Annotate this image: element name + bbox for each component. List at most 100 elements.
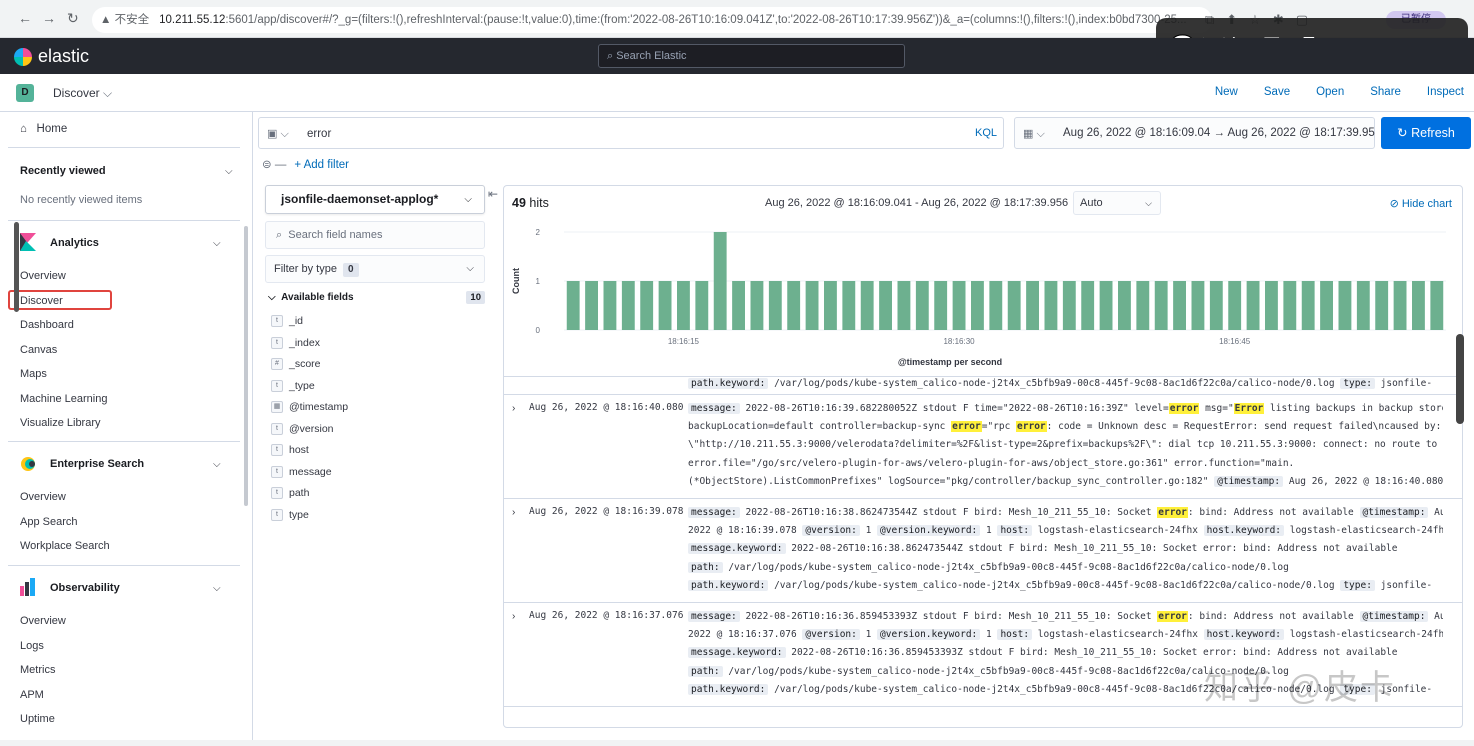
share-button[interactable]: Share [1370, 86, 1401, 98]
reload-icon[interactable]: ↻ [67, 10, 79, 27]
field-item[interactable]: t _id [271, 315, 303, 327]
search-highlight: error [1157, 507, 1188, 518]
expand-row-icon[interactable]: › [512, 403, 515, 414]
chevron-down-icon[interactable]: ⌵ [213, 459, 221, 470]
bottom-bar [0, 740, 1474, 746]
forward-icon[interactable]: → [42, 10, 56, 26]
date-start[interactable]: Aug 26, 2022 @ 18:16:09.04 [1063, 127, 1210, 139]
chevron-down-icon[interactable]: ⌵ [225, 166, 233, 177]
field-item[interactable]: ▦ @timestamp [271, 401, 348, 413]
field-key: host.keyword: [1203, 525, 1285, 537]
field-value: 2022-08-26T10:16:38.862473544Z stdout F … [739, 507, 1158, 518]
chevron-down-icon[interactable]: ⌵ [213, 583, 221, 594]
hits-time-range: Aug 26, 2022 @ 18:16:09.041 - Aug 26, 20… [765, 197, 1069, 209]
nav-workplace-search[interactable]: Workplace Search [20, 540, 110, 552]
security-warning[interactable]: ▲ 不安全 [100, 14, 149, 26]
search-icon: ⌕ [276, 229, 283, 241]
query-bar[interactable]: ▣ ⌵ error KQL [258, 117, 1004, 149]
bar [603, 281, 617, 330]
page-left-scroll-handle[interactable] [14, 222, 19, 312]
table-row[interactable]: › Aug 26, 2022 @ 18:16:40.080 message: 202… [504, 395, 1462, 499]
watermark: 知乎 @皮卡 [1204, 669, 1396, 707]
index-pattern-select[interactable]: jsonfile-daemonset-applog* ⌵ [265, 185, 485, 214]
nav-canvas[interactable]: Canvas [20, 344, 57, 356]
page-scrollbar[interactable] [1456, 334, 1464, 424]
nav-analytics-overview[interactable]: Overview [20, 270, 66, 282]
nav-home[interactable]: ⌂ Home [20, 123, 67, 135]
nav-home-label: Home [36, 123, 68, 135]
interval-select[interactable]: Auto ⌵ [1073, 191, 1161, 215]
expand-row-icon[interactable]: › [512, 611, 515, 622]
field-item[interactable]: t @version [271, 422, 334, 435]
field-item[interactable]: t path [271, 487, 309, 499]
field-item[interactable]: t message [271, 465, 332, 478]
nav-logs[interactable]: Logs [20, 640, 44, 652]
field-key: @version: [802, 629, 860, 641]
expand-row-icon[interactable]: › [512, 507, 515, 518]
calendar-icon[interactable]: ▦ ⌵ [1023, 127, 1045, 141]
chevron-down-icon[interactable]: ⌵ [213, 238, 221, 249]
field-item[interactable]: t _type [271, 379, 315, 392]
save-button[interactable]: Save [1264, 86, 1290, 98]
bar [732, 281, 745, 330]
add-filter-button[interactable]: + Add filter [294, 159, 349, 171]
nav-visualize-library[interactable]: Visualize Library [20, 417, 101, 429]
query-input[interactable]: error [307, 128, 331, 140]
field-search-input[interactable]: ⌕ Search field names [265, 221, 485, 249]
nav-uptime[interactable]: Uptime [20, 713, 55, 725]
new-button[interactable]: New [1215, 86, 1238, 98]
available-fields-header[interactable]: ⌵ Available fields 10 [268, 291, 485, 304]
nav-app-search[interactable]: App Search [20, 516, 77, 528]
nav-maps[interactable]: Maps [20, 368, 47, 380]
back-icon[interactable]: ← [18, 10, 32, 26]
saved-query-icon[interactable]: ▣ ⌵ [267, 127, 289, 141]
app-badge[interactable]: D [16, 84, 34, 102]
chevron-down-icon: ⌵ [464, 194, 472, 205]
open-button[interactable]: Open [1316, 86, 1344, 98]
date-range[interactable]: Aug 26, 2022 @ 18:16:09.04 → Aug 26, 202… [1063, 127, 1375, 139]
filter-icon[interactable]: ⊜ — [262, 159, 286, 171]
nav-metrics[interactable]: Metrics [20, 664, 55, 676]
field-type-icon: t [271, 444, 283, 456]
address-bar[interactable]: ▲ 不安全 10.211.55.12:5601/app/discover#/?_g… [92, 7, 1212, 33]
nav-machine-learning[interactable]: Machine Learning [20, 393, 107, 405]
date-picker[interactable]: ▦ ⌵ Aug 26, 2022 @ 18:16:09.04 → Aug 26,… [1014, 117, 1375, 149]
x-tick-label: 18:16:30 [943, 337, 975, 346]
refresh-button[interactable]: ↻ Refresh [1381, 117, 1471, 149]
nav-dashboard[interactable]: Dashboard [20, 319, 74, 331]
nav-enterprise-overview[interactable]: Overview [20, 491, 66, 503]
kql-toggle[interactable]: KQL [975, 127, 997, 139]
field-value: msg=" [1199, 403, 1234, 414]
table-row[interactable]: › Aug 26, 2022 @ 18:16:39.078 message: 202… [504, 499, 1462, 603]
elastic-logo[interactable]: elastic [14, 46, 89, 67]
global-search-input[interactable]: ⌕ Search Elastic [598, 44, 905, 68]
app-breadcrumb[interactable]: Discover ⌵ [53, 86, 112, 101]
nav-observability-overview[interactable]: Overview [20, 615, 66, 627]
field-key: path: [688, 561, 723, 573]
inspect-button[interactable]: Inspect [1427, 86, 1464, 98]
field-item[interactable]: # _score [271, 358, 321, 370]
bar [1044, 281, 1058, 330]
hits-label: hits [529, 196, 549, 210]
hide-chart-button[interactable]: ⊘ Hide chart [1390, 197, 1452, 210]
bar [1062, 281, 1076, 330]
field-name: _score [289, 358, 321, 370]
hide-chart-label: Hide chart [1401, 198, 1452, 210]
recently-viewed-title[interactable]: Recently viewed [20, 165, 106, 177]
field-search-placeholder: Search field names [288, 229, 383, 241]
analytics-title[interactable]: Analytics [50, 237, 99, 249]
search-highlight: error [951, 421, 982, 433]
collapse-sidebar-icon[interactable]: ⇤ [488, 187, 498, 201]
bar [1081, 281, 1095, 330]
date-end[interactable]: Aug 26, 2022 @ 18:17:39.95 [1228, 127, 1375, 139]
table-row[interactable]: path.keyword: /var/log/pods/kube-system_… [504, 363, 1462, 395]
enterprise-search-title[interactable]: Enterprise Search [50, 458, 144, 470]
nav-apm[interactable]: APM [20, 689, 44, 701]
field-item[interactable]: t type [271, 508, 309, 521]
field-item[interactable]: t host [271, 444, 309, 456]
sidebar-scrollbar[interactable] [244, 226, 248, 506]
observability-title[interactable]: Observability [50, 582, 120, 594]
field-type-icon: t [271, 465, 283, 478]
field-item[interactable]: t _index [271, 336, 320, 349]
filter-by-type[interactable]: Filter by type 0 ⌵ [265, 255, 485, 283]
